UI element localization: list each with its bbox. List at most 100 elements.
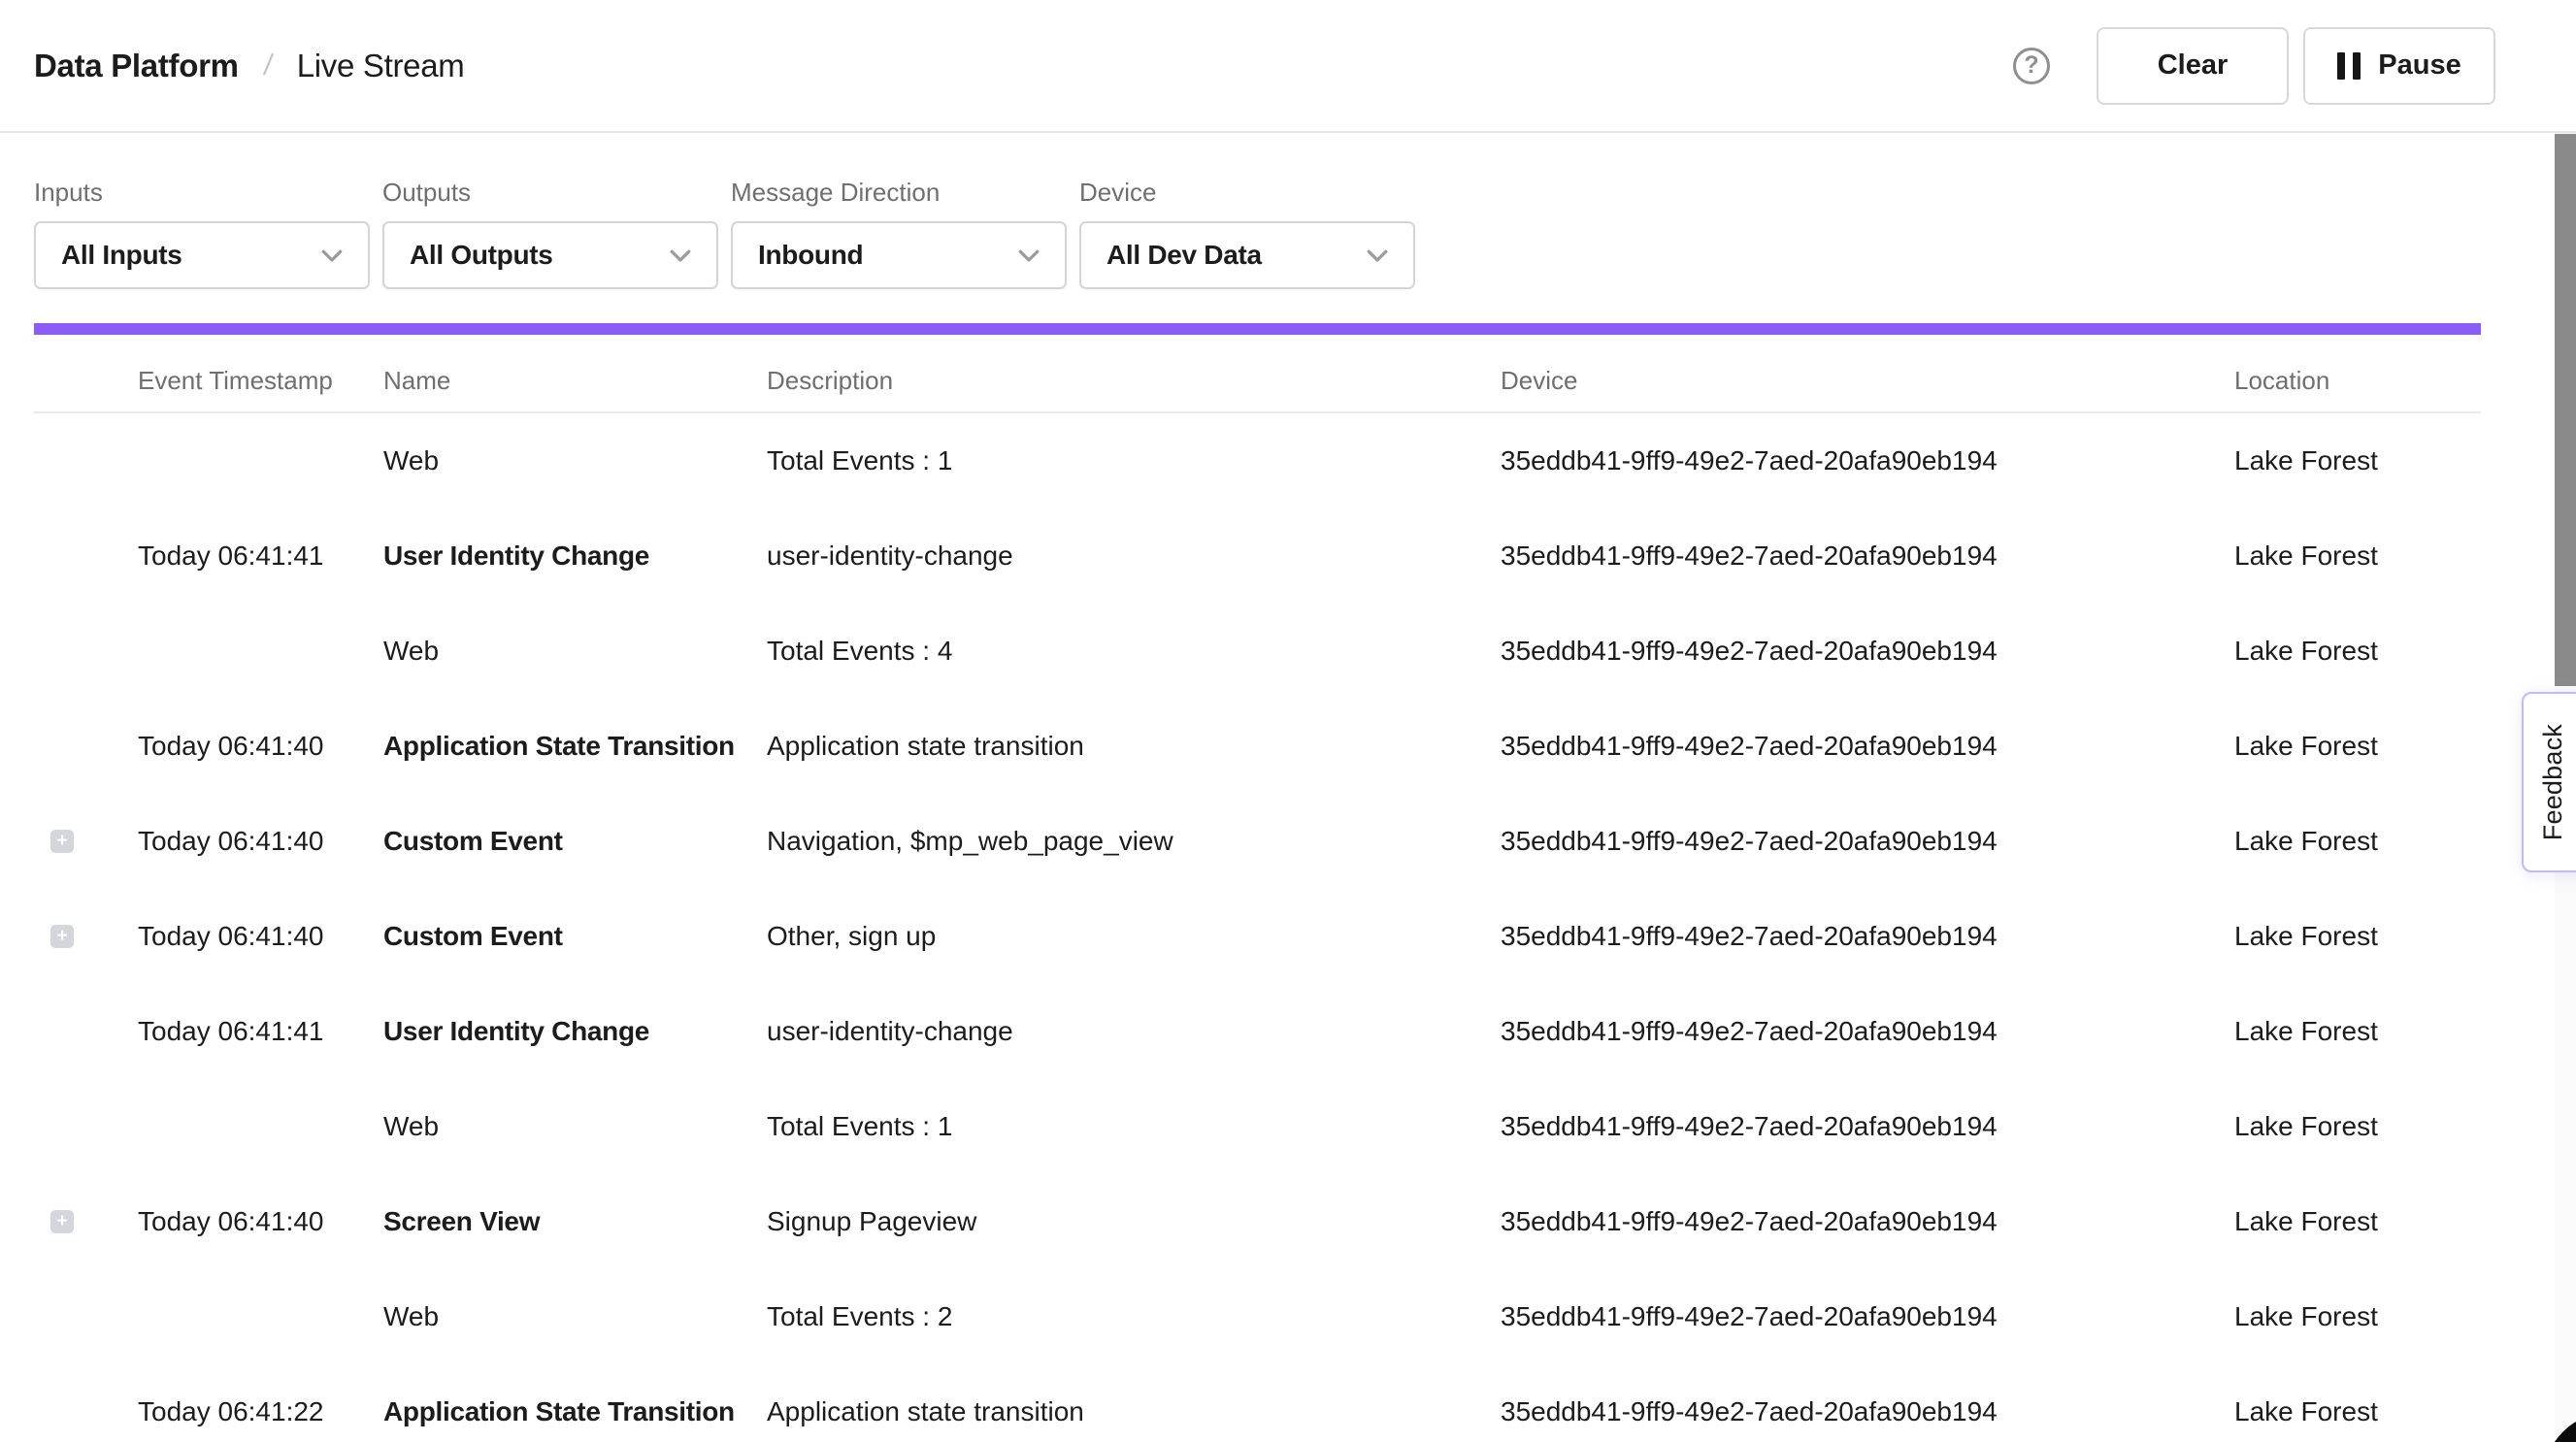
- event-description: Signup Pageview: [767, 1206, 1501, 1237]
- filter-device: Device All Dev Data: [1079, 178, 1415, 289]
- event-name: Web: [383, 445, 767, 476]
- filter-outputs: Outputs All Outputs: [382, 178, 718, 289]
- scrollbar-thumb[interactable]: [2555, 134, 2576, 686]
- event-device: 35eddb41-9ff9-49e2-7aed-20afa90eb194: [1501, 731, 2234, 762]
- table-header-row: Event Timestamp Name Description Device …: [34, 335, 2481, 413]
- event-device: 35eddb41-9ff9-49e2-7aed-20afa90eb194: [1501, 921, 2234, 952]
- filter-inputs: Inputs All Inputs: [34, 178, 370, 289]
- pause-button[interactable]: Pause: [2303, 27, 2495, 105]
- expand-row-icon[interactable]: +: [50, 1210, 74, 1233]
- event-name: Web: [383, 636, 767, 667]
- event-description: Total Events : 1: [767, 1111, 1501, 1142]
- event-name: User Identity Change: [383, 541, 767, 572]
- event-timestamp: Today 06:41:40: [138, 921, 383, 952]
- clear-button[interactable]: Clear: [2097, 27, 2289, 105]
- event-description: Total Events : 4: [767, 636, 1501, 667]
- message-direction-select[interactable]: Inbound: [731, 221, 1067, 289]
- event-device: 35eddb41-9ff9-49e2-7aed-20afa90eb194: [1501, 445, 2234, 476]
- event-timestamp: Today 06:41:40: [138, 826, 383, 857]
- device-filter-label: Device: [1079, 178, 1415, 208]
- inputs-select-value: All Inputs: [61, 240, 182, 271]
- table-row[interactable]: + Web Total Events : 4 35eddb41-9ff9-49e…: [0, 604, 2481, 699]
- pause-icon: [2337, 52, 2361, 80]
- accent-divider: [34, 323, 2481, 335]
- event-timestamp: Today 06:41:40: [138, 1206, 383, 1237]
- event-device: 35eddb41-9ff9-49e2-7aed-20afa90eb194: [1501, 1016, 2234, 1047]
- event-device: 35eddb41-9ff9-49e2-7aed-20afa90eb194: [1501, 541, 2234, 572]
- outputs-select-value: All Outputs: [410, 240, 553, 271]
- event-device: 35eddb41-9ff9-49e2-7aed-20afa90eb194: [1501, 1111, 2234, 1142]
- chevron-down-icon: [1363, 241, 1392, 270]
- event-name: Application State Transition: [383, 1396, 767, 1427]
- help-icon[interactable]: ?: [2013, 48, 2050, 84]
- event-name: Web: [383, 1111, 767, 1142]
- event-location: Lake Forest: [2234, 1016, 2481, 1047]
- outputs-filter-label: Outputs: [382, 178, 718, 208]
- event-device: 35eddb41-9ff9-49e2-7aed-20afa90eb194: [1501, 826, 2234, 857]
- chevron-down-icon: [317, 241, 347, 270]
- column-header-description: Description: [767, 366, 1501, 396]
- event-location: Lake Forest: [2234, 1111, 2481, 1142]
- event-device: 35eddb41-9ff9-49e2-7aed-20afa90eb194: [1501, 1301, 2234, 1332]
- event-location: Lake Forest: [2234, 541, 2481, 572]
- table-row[interactable]: + Today 06:41:40 Screen View Signup Page…: [0, 1174, 2481, 1269]
- event-name: Custom Event: [383, 826, 767, 857]
- inputs-filter-label: Inputs: [34, 178, 370, 208]
- event-location: Lake Forest: [2234, 826, 2481, 857]
- event-location: Lake Forest: [2234, 445, 2481, 476]
- page-title: Live Stream: [297, 48, 465, 84]
- chevron-down-icon: [1014, 241, 1043, 270]
- table-row[interactable]: + Today 06:41:41 User Identity Change us…: [0, 984, 2481, 1079]
- event-description: user-identity-change: [767, 541, 1501, 572]
- outputs-select[interactable]: All Outputs: [382, 221, 718, 289]
- top-bar-actions: ? Clear Pause: [2013, 27, 2495, 105]
- expand-row-icon[interactable]: +: [50, 925, 74, 948]
- event-description: user-identity-change: [767, 1016, 1501, 1047]
- message-direction-filter-label: Message Direction: [731, 178, 1067, 208]
- inputs-select[interactable]: All Inputs: [34, 221, 370, 289]
- event-location: Lake Forest: [2234, 921, 2481, 952]
- table-body: + Web Total Events : 1 35eddb41-9ff9-49e…: [0, 413, 2481, 1442]
- message-direction-select-value: Inbound: [758, 240, 863, 271]
- breadcrumb-separator-icon: /: [261, 49, 274, 82]
- event-name: User Identity Change: [383, 1016, 767, 1047]
- event-device: 35eddb41-9ff9-49e2-7aed-20afa90eb194: [1501, 636, 2234, 667]
- event-device: 35eddb41-9ff9-49e2-7aed-20afa90eb194: [1501, 1396, 2234, 1427]
- column-header-timestamp: Event Timestamp: [138, 366, 383, 396]
- feedback-tab[interactable]: Feedback: [2522, 692, 2576, 872]
- column-header-location: Location: [2234, 366, 2481, 396]
- event-description: Navigation, $mp_web_page_view: [767, 826, 1501, 857]
- breadcrumb-section[interactable]: Data Platform: [34, 48, 239, 84]
- event-name: Web: [383, 1301, 767, 1332]
- event-location: Lake Forest: [2234, 1206, 2481, 1237]
- event-name: Custom Event: [383, 921, 767, 952]
- event-description: Application state transition: [767, 1396, 1501, 1427]
- device-select[interactable]: All Dev Data: [1079, 221, 1415, 289]
- filter-message-direction: Message Direction Inbound: [731, 178, 1067, 289]
- event-description: Other, sign up: [767, 921, 1501, 952]
- event-description: Application state transition: [767, 731, 1501, 762]
- column-header-device: Device: [1501, 366, 2234, 396]
- pause-button-label: Pause: [2378, 49, 2460, 82]
- filter-bar: Inputs All Inputs Outputs All Outputs Me…: [0, 133, 2576, 289]
- table-row[interactable]: + Today 06:41:40 Application State Trans…: [0, 699, 2481, 794]
- top-bar: Data Platform / Live Stream ? Clear Paus…: [0, 0, 2576, 133]
- table-row[interactable]: + Today 06:41:40 Custom Event Other, sig…: [0, 889, 2481, 984]
- breadcrumb: Data Platform / Live Stream: [34, 48, 464, 84]
- table-row[interactable]: + Today 06:41:22 Application State Trans…: [0, 1364, 2481, 1442]
- event-timestamp: Today 06:41:41: [138, 1016, 383, 1047]
- expand-row-icon[interactable]: +: [50, 830, 74, 853]
- event-description: Total Events : 2: [767, 1301, 1501, 1332]
- event-timestamp: Today 06:41:22: [138, 1396, 383, 1427]
- event-location: Lake Forest: [2234, 731, 2481, 762]
- table-row[interactable]: + Today 06:41:40 Custom Event Navigation…: [0, 794, 2481, 889]
- event-location: Lake Forest: [2234, 636, 2481, 667]
- live-stream-table: Event Timestamp Name Description Device …: [0, 335, 2576, 1442]
- table-row[interactable]: + Web Total Events : 1 35eddb41-9ff9-49e…: [0, 413, 2481, 508]
- table-row[interactable]: + Web Total Events : 1 35eddb41-9ff9-49e…: [0, 1079, 2481, 1174]
- device-select-value: All Dev Data: [1106, 240, 1262, 271]
- table-row[interactable]: + Today 06:41:41 User Identity Change us…: [0, 508, 2481, 604]
- event-location: Lake Forest: [2234, 1301, 2481, 1332]
- table-row[interactable]: + Web Total Events : 2 35eddb41-9ff9-49e…: [0, 1269, 2481, 1364]
- event-device: 35eddb41-9ff9-49e2-7aed-20afa90eb194: [1501, 1206, 2234, 1237]
